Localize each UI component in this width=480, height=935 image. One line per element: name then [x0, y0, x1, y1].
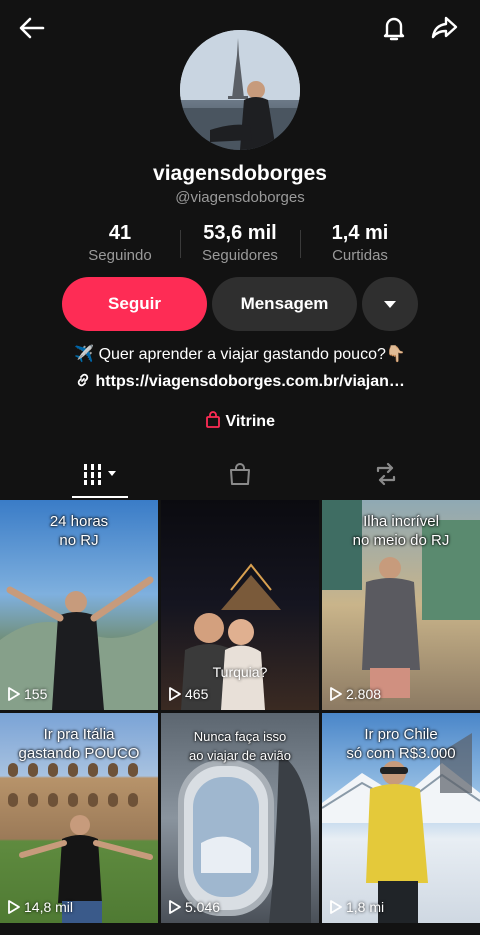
tab-shop[interactable]: [160, 450, 320, 498]
stat-value: 41: [108, 222, 132, 244]
video-thumbnail[interactable]: Ilha incrível no meio do RJ 2.808: [322, 500, 480, 710]
video-caption: Ir pra Itália gastando POUCO: [18, 726, 140, 762]
stat-label: Curtidas: [332, 247, 388, 264]
shop-bag-icon: [230, 463, 250, 485]
play-icon: [8, 900, 20, 914]
bio-text: Quer aprender a viajar gastando pouco?: [98, 346, 386, 363]
view-count: 14,8 mil: [8, 899, 73, 915]
bio: ✈️ Quer aprender a viajar gastando pouco…: [0, 344, 480, 364]
stat-label: Seguindo: [88, 247, 152, 264]
view-count-text: 5.046: [185, 899, 221, 915]
stat-value: 53,6 mil: [203, 222, 277, 244]
profile-stats: 41 Seguindo 53,6 mil Seguidores 1,4 mi C…: [60, 222, 420, 268]
video-caption: Ir pro Chile só com R$3.000: [346, 726, 456, 762]
view-count: 155: [8, 686, 47, 702]
view-count: 5.046: [169, 899, 220, 915]
follow-button[interactable]: Seguir: [62, 277, 207, 331]
video-thumbnail[interactable]: Turquia? 465: [161, 500, 319, 710]
stat-value: 1,4 mi: [331, 222, 389, 244]
view-count-text: 14,8 mil: [24, 899, 74, 915]
airplane-emoji: ✈️: [74, 346, 95, 363]
tab-reposts[interactable]: [306, 450, 466, 498]
caret-down-icon: [384, 301, 396, 308]
avatar[interactable]: [180, 30, 300, 150]
more-dropdown-button[interactable]: [362, 277, 418, 331]
vitrine-link[interactable]: Vitrine: [0, 411, 480, 431]
pointing-down-emoji: 👇🏼: [385, 346, 406, 363]
stat-divider: [180, 230, 181, 258]
link-icon: [77, 373, 89, 387]
video-thumbnail[interactable]: 24 horas no RJ 155: [0, 500, 158, 710]
play-icon: [169, 687, 181, 701]
play-icon: [169, 900, 181, 914]
view-count-text: 2.808: [346, 686, 382, 702]
back-arrow-icon[interactable]: [16, 12, 48, 44]
video-caption: Ilha incrível no meio do RJ: [352, 513, 450, 549]
video-overlay-text: Turquia?: [212, 664, 268, 680]
stat-label: Seguidores: [202, 247, 278, 264]
stat-likes[interactable]: 1,4 mi Curtidas: [300, 222, 420, 268]
view-count-text: 1,8 mi: [346, 899, 385, 915]
view-count-text: 155: [24, 686, 48, 702]
video-caption: 24 horas no RJ: [49, 513, 109, 549]
bio-link[interactable]: https://viagensdoborges.com.br/viajan…: [0, 372, 480, 391]
video-caption: Nunca faça isso ao viajar de avião: [189, 729, 291, 763]
bio-link-text: https://viagensdoborges.com.br/viajan…: [95, 373, 405, 390]
stat-following[interactable]: 41 Seguindo: [60, 222, 180, 268]
stat-divider: [300, 230, 301, 258]
shopping-bag-icon: [206, 411, 220, 428]
vitrine-label: Vitrine: [225, 413, 275, 430]
play-icon: [330, 687, 342, 701]
video-thumbnail[interactable]: Nunca faça isso ao viajar de avião 5.046: [161, 713, 319, 923]
repost-icon: [376, 462, 396, 486]
message-button[interactable]: Mensagem: [212, 277, 357, 331]
share-icon[interactable]: [428, 12, 460, 44]
video-thumbnail[interactable]: Ir pro Chile só com R$3.000 1,8 mi: [322, 713, 480, 923]
video-grid: 24 horas no RJ 155 Turquia? 465 Ilha inc…: [0, 500, 480, 935]
view-count: 465: [169, 686, 208, 702]
play-icon: [8, 687, 20, 701]
user-handle: @viagensdoborges: [175, 189, 305, 206]
username: viagensdoborges: [153, 162, 327, 185]
view-count-text: 465: [185, 686, 209, 702]
stat-followers[interactable]: 53,6 mil Seguidores: [180, 222, 300, 268]
view-count: 1,8 mi: [330, 899, 384, 915]
view-count: 2.808: [330, 686, 381, 702]
tab-videos[interactable]: [20, 450, 180, 498]
play-icon: [330, 900, 342, 914]
video-thumbnail[interactable]: Ir pra Itália gastando POUCO 14,8 mil: [0, 713, 158, 923]
notification-bell-icon[interactable]: [378, 12, 410, 44]
profile-tabs: [0, 450, 480, 498]
videos-grid-icon: [84, 464, 116, 485]
